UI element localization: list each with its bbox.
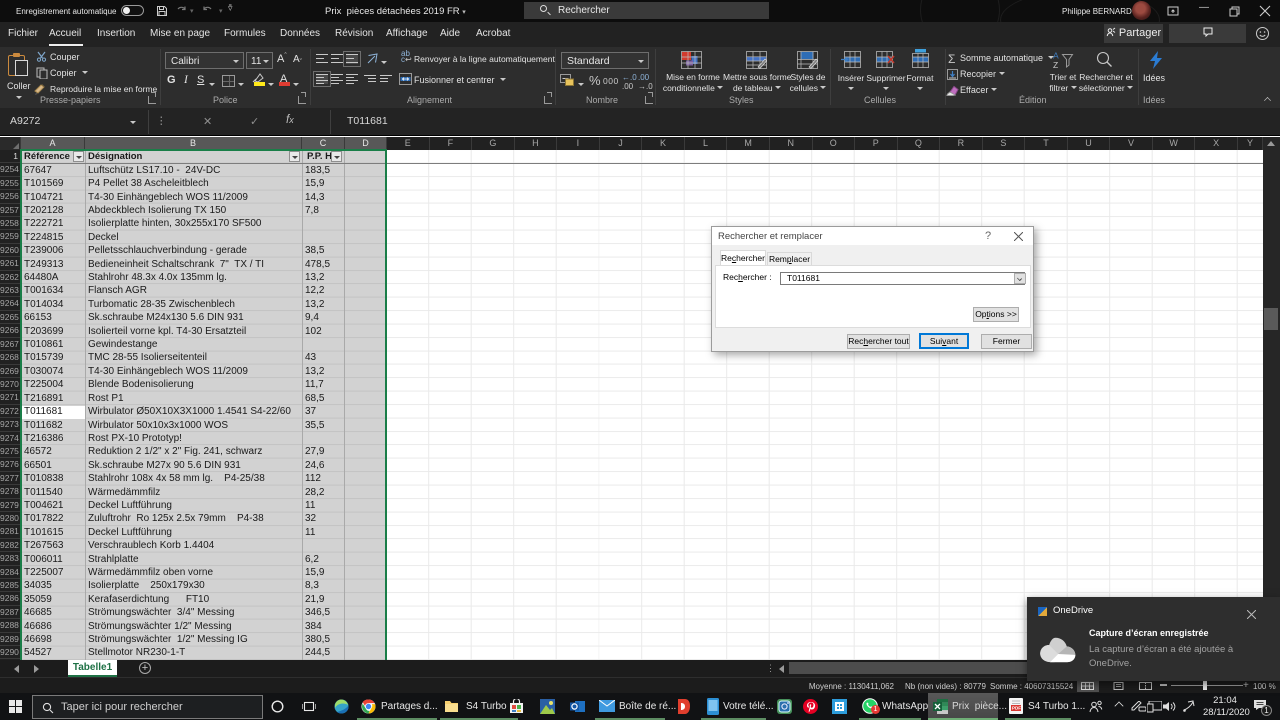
svg-text:A: A	[1053, 51, 1059, 61]
svg-text:Z: Z	[1053, 60, 1058, 69]
svg-text:PDF: PDF	[1012, 706, 1021, 711]
